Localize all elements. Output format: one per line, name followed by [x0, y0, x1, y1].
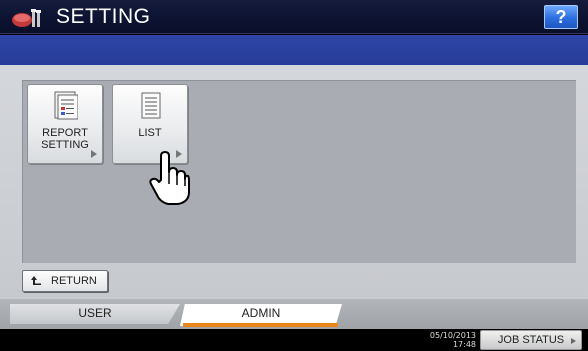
return-button[interactable]: RETURN — [22, 270, 108, 292]
date-text: 05/10/2013 — [429, 331, 476, 340]
page-title: SETTING — [56, 5, 151, 28]
message-bar — [0, 35, 588, 65]
tab-user[interactable]: USER — [10, 304, 180, 324]
function-area — [22, 80, 576, 263]
active-tab-indicator — [183, 323, 338, 327]
expand-arrow-icon — [571, 338, 576, 344]
help-button[interactable]: ? — [544, 5, 578, 29]
job-status-button[interactable]: JOB STATUS — [480, 330, 582, 350]
return-label: RETURN — [51, 275, 97, 287]
list-label: LIST — [138, 127, 162, 139]
expand-arrow-icon — [91, 150, 97, 158]
title-bar: SETTING ? — [0, 0, 588, 34]
date-time: 05/10/2013 17:48 — [418, 331, 476, 349]
list-icon — [141, 92, 161, 119]
time-text: 17:48 — [452, 340, 476, 349]
report-setting-label: REPORT SETTING — [41, 127, 89, 151]
pointing-hand-icon — [149, 151, 190, 205]
setting-tools-icon — [12, 9, 41, 27]
report-setting-button[interactable]: REPORT SETTING — [27, 84, 103, 164]
report-setting-icon — [54, 91, 78, 120]
job-status-label: JOB STATUS — [497, 334, 565, 346]
return-arrow-icon — [31, 276, 41, 285]
